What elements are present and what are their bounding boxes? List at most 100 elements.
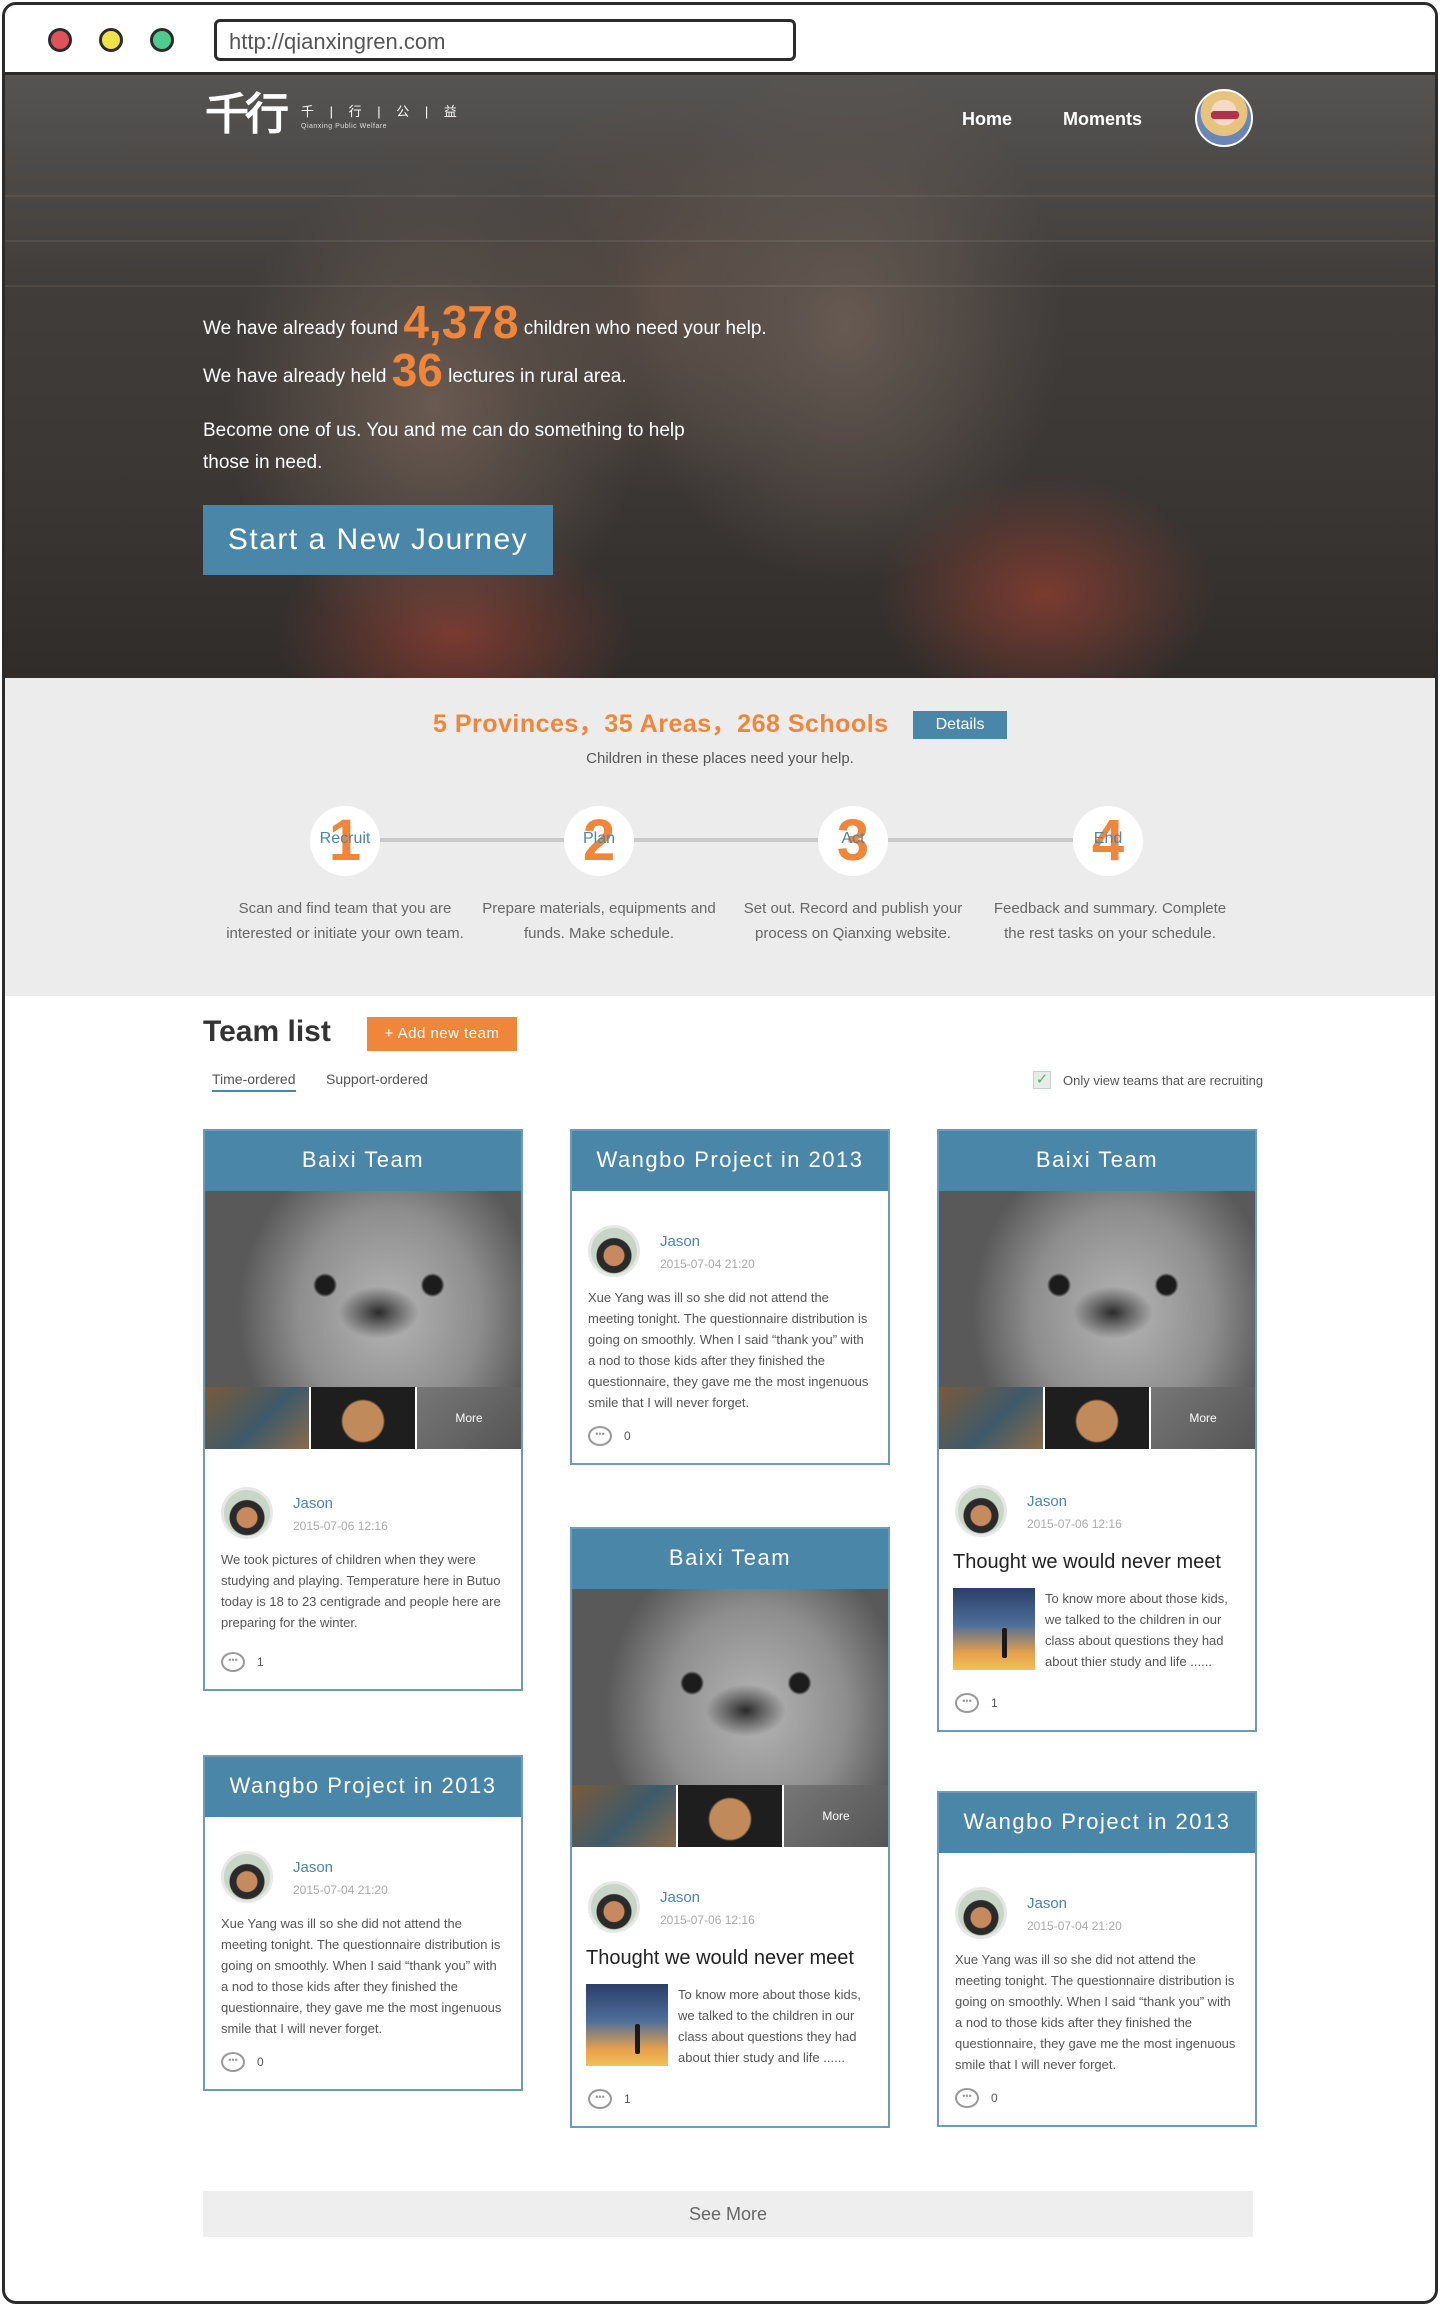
hero-banner: 千行 千 | 行 | 公 | 益 Qianxing Public Welfare… (5, 75, 1435, 678)
comment-count[interactable]: ••• 0 (221, 2049, 505, 2075)
story-preview[interactable]: To know more about those kids, we talked… (953, 1588, 1241, 1672)
comment-count[interactable]: ••• 1 (955, 1690, 1239, 1716)
hero-photo-detail (5, 195, 1435, 197)
story-title[interactable]: Thought we would never meet (586, 1947, 874, 1970)
team-photo[interactable] (939, 1191, 1255, 1387)
author-avatar[interactable] (221, 1487, 273, 1539)
thumbnail-photo[interactable] (939, 1387, 1045, 1449)
team-card[interactable]: Wangbo Project in 2013 Jason 2015-07-04 … (203, 1755, 523, 2091)
step-recruit: 1 Recruit (310, 806, 380, 876)
post-date: 2015-07-04 21:20 (660, 1257, 755, 1271)
comment-count[interactable]: ••• 1 (588, 2086, 872, 2112)
team-card[interactable]: Baixi Team More Jason 2015-07-06 12:16 T… (570, 1527, 890, 2128)
card-title[interactable]: Wangbo Project in 2013 (205, 1757, 521, 1817)
post-date: 2015-07-06 12:16 (660, 1913, 755, 1927)
story-photo[interactable] (953, 1588, 1035, 1670)
author-name[interactable]: Jason (1027, 1895, 1067, 1912)
tab-time-ordered[interactable]: Time-ordered (212, 1071, 296, 1092)
hero-line-invite: Become one of us. You and me can do some… (203, 420, 685, 473)
step-label: End (1093, 830, 1123, 847)
card-title[interactable]: Baixi Team (205, 1131, 521, 1191)
checkbox-recruiting[interactable]: ✓ (1033, 1071, 1051, 1089)
browser-window: http://qianxingren.com 千行 千 | 行 | 公 | 益 … (2, 2, 1438, 2304)
card-title[interactable]: Wangbo Project in 2013 (939, 1793, 1255, 1853)
story-preview[interactable]: To know more about those kids, we talked… (586, 1984, 874, 2068)
hero-photo-detail (5, 285, 1435, 287)
card-title[interactable]: Baixi Team (572, 1529, 888, 1589)
team-photo[interactable] (572, 1589, 888, 1785)
author-name[interactable]: Jason (293, 1495, 333, 1512)
author-avatar[interactable] (955, 1485, 1007, 1537)
children-count: 4,378 (403, 296, 519, 348)
more-photos-button[interactable]: More (1151, 1387, 1255, 1449)
card-title[interactable]: Baixi Team (939, 1131, 1255, 1191)
post-date: 2015-07-06 12:16 (1027, 1517, 1122, 1531)
minimize-window-button[interactable] (99, 28, 123, 52)
story-photo[interactable] (586, 1984, 668, 2066)
hero-line-lectures: We have already held 36 lectures in rura… (203, 343, 627, 397)
post-author: Jason 2015-07-06 12:16 (221, 1487, 505, 1549)
close-window-button[interactable] (48, 28, 72, 52)
nav-home-link[interactable]: Home (962, 109, 1012, 130)
details-button[interactable]: Details (913, 711, 1008, 739)
team-card[interactable]: Baixi Team More Jason 2015-07-06 12:16 T… (937, 1129, 1257, 1732)
steps-progress-line (345, 838, 1115, 842)
comment-count[interactable]: ••• 0 (588, 1423, 872, 1449)
author-avatar[interactable] (955, 1887, 1007, 1939)
stats-steps-section: 5 Provinces，35 Areas，268 Schools Details… (5, 678, 1435, 996)
more-photos-button[interactable]: More (784, 1785, 888, 1847)
card-title[interactable]: Wangbo Project in 2013 (572, 1131, 888, 1191)
site-logo[interactable]: 千行 千 | 行 | 公 | 益 Qianxing Public Welfare (205, 91, 463, 139)
address-bar[interactable]: http://qianxingren.com (214, 19, 796, 61)
comment-icon[interactable]: ••• (588, 2089, 612, 2109)
add-new-team-button[interactable]: + Add new team (367, 1017, 517, 1051)
stats-subtitle: Children in these places need your help. (586, 750, 854, 767)
hero-text: children who need your help. (523, 318, 767, 339)
hero-photo-detail (5, 240, 1435, 242)
post-author: Jason 2015-07-06 12:16 (588, 1881, 872, 1943)
comment-icon[interactable]: ••• (955, 2088, 979, 2108)
author-name[interactable]: Jason (293, 1859, 333, 1876)
team-photo[interactable] (205, 1191, 521, 1387)
see-more-button[interactable]: See More (203, 2191, 1253, 2237)
comment-icon[interactable]: ••• (588, 1426, 612, 1446)
step-label: Act (841, 830, 865, 847)
step-description: Feedback and summary. Complete the rest … (993, 900, 1227, 942)
step-plan: 2 Plan (564, 806, 634, 876)
thumbnail-photo[interactable] (205, 1387, 311, 1449)
story-title[interactable]: Thought we would never meet (953, 1551, 1241, 1574)
comment-icon[interactable]: ••• (221, 1652, 245, 1672)
author-name[interactable]: Jason (1027, 1493, 1067, 1510)
thumbnail-photo[interactable] (1045, 1387, 1151, 1449)
more-photos-button[interactable]: More (417, 1387, 521, 1449)
nav-moments-link[interactable]: Moments (1063, 109, 1142, 130)
user-avatar[interactable] (1195, 89, 1253, 147)
more-label: More (1189, 1411, 1217, 1425)
team-card[interactable]: Wangbo Project in 2013 Jason 2015-07-04 … (570, 1129, 890, 1465)
comment-icon[interactable]: ••• (955, 1693, 979, 1713)
photo-thumbnails: More (572, 1785, 888, 1847)
author-avatar[interactable] (588, 1225, 640, 1277)
comment-count[interactable]: ••• 0 (955, 2085, 1239, 2111)
author-name[interactable]: Jason (660, 1889, 700, 1906)
thumbnail-photo[interactable] (678, 1785, 784, 1847)
recruiting-filter[interactable]: ✓ Only view teams that are recruiting (1033, 1071, 1263, 1089)
start-journey-button[interactable]: Start a New Journey (203, 505, 553, 575)
thumbnail-photo[interactable] (572, 1785, 678, 1847)
maximize-window-button[interactable] (150, 28, 174, 52)
comment-count[interactable]: ••• 1 (221, 1649, 505, 1675)
team-card[interactable]: Wangbo Project in 2013 Jason 2015-07-04 … (937, 1791, 1257, 2127)
author-avatar[interactable] (221, 1851, 273, 1903)
step-act: 3 Act (818, 806, 888, 876)
logo-chinese-text: 千 | 行 | 公 | 益 (301, 103, 463, 119)
author-name[interactable]: Jason (660, 1233, 700, 1250)
thumbnail-photo[interactable] (311, 1387, 417, 1449)
comment-number: 0 (257, 2055, 264, 2069)
team-card[interactable]: Baixi Team More Jason 2015-07-06 12:16 W… (203, 1129, 523, 1691)
comment-icon[interactable]: ••• (221, 2052, 245, 2072)
logo-english-text: Qianxing Public Welfare (301, 122, 388, 130)
tab-support-ordered[interactable]: Support-ordered (326, 1071, 428, 1087)
step-label: Plan (582, 830, 616, 847)
author-avatar[interactable] (588, 1881, 640, 1933)
step-end: 4 End (1073, 806, 1143, 876)
